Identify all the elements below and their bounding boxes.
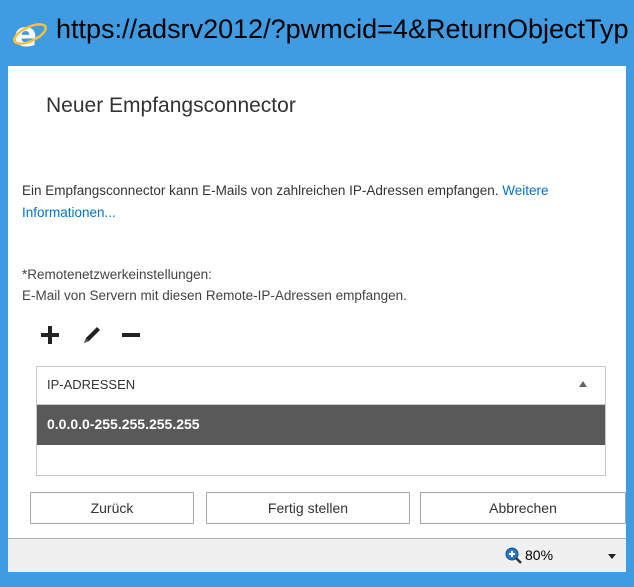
ip-range-cell: 0.0.0.0-255.255.255.255	[47, 416, 200, 432]
grid-header[interactable]: IP-ADRESSEN	[37, 367, 605, 405]
zoom-level[interactable]: 80%	[525, 547, 553, 563]
plus-icon[interactable]	[38, 321, 66, 349]
finish-button[interactable]: Fertig stellen	[206, 492, 410, 524]
chevron-down-icon[interactable]	[608, 554, 616, 559]
back-button[interactable]: Zurück	[30, 492, 194, 524]
network-settings: *Remotenetzwerkeinstellungen: E-Mail von…	[22, 264, 612, 306]
dialog-content: Neuer Empfangsconnector Ein Empfangsconn…	[8, 66, 626, 572]
browser-window: e https://adsrv2012/?pwmcid=4&ReturnObje…	[0, 0, 634, 587]
intro-description: Ein Empfangsconnector kann E-Mails von z…	[22, 183, 503, 198]
minus-icon[interactable]	[118, 321, 146, 349]
column-header-ip[interactable]: IP-ADRESSEN	[47, 377, 135, 392]
network-settings-description: E-Mail von Servern mit diesen Remote-IP-…	[22, 288, 407, 303]
window-url: https://adsrv2012/?pwmcid=4&ReturnObject…	[56, 14, 629, 44]
network-settings-label: *Remotenetzwerkeinstellungen:	[22, 267, 212, 282]
intro-text: Ein Empfangsconnector kann E-Mails von z…	[22, 180, 582, 224]
dialog-title: Neuer Empfangsconnector	[46, 94, 296, 117]
title-bar: e https://adsrv2012/?pwmcid=4&ReturnObje…	[0, 0, 634, 66]
pencil-icon[interactable]	[78, 321, 106, 349]
cancel-button[interactable]: Abbrechen	[420, 492, 626, 524]
zoom-icon[interactable]	[505, 547, 523, 565]
status-bar: 80%	[8, 538, 626, 572]
ie-icon: e	[12, 15, 48, 55]
sort-ascending-icon[interactable]	[579, 381, 587, 387]
window-bottom-border	[0, 572, 634, 587]
ip-address-grid: IP-ADRESSEN 0.0.0.0-255.255.255.255	[36, 366, 606, 476]
table-row[interactable]: 0.0.0.0-255.255.255.255	[37, 405, 605, 445]
dialog-buttons: Zurück Fertig stellen Abbrechen	[30, 492, 626, 524]
